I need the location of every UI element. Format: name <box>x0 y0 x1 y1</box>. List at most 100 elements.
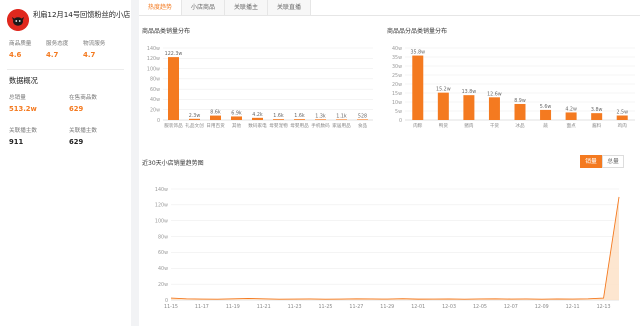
y-tick-label: 40w <box>150 97 160 103</box>
stat-total-sales: 总销量 513.2w <box>9 94 61 114</box>
x-tick-label: 其他 <box>232 122 242 129</box>
x-tick-label: 礼品文创 <box>185 122 204 129</box>
main-content: 热度趋势 小店商品 关联播主 关联直播 商品品类销量分布 0 20w 40w 60w 8… <box>139 0 640 326</box>
y-tick-label: 35w <box>392 55 402 61</box>
bar <box>336 119 347 120</box>
x-tick-label: 12-01 <box>411 304 425 310</box>
stat-value: 513.2w <box>9 105 37 113</box>
bar <box>189 118 200 120</box>
x-tick-label: 11-29 <box>380 304 394 310</box>
x-tick-label: 12-11 <box>566 304 580 310</box>
x-tick-label: 12-03 <box>442 304 456 310</box>
bar <box>616 115 628 120</box>
stat-label: 在售商品数 <box>69 95 97 101</box>
y-tick-label: 0 <box>157 118 160 124</box>
bar <box>488 97 500 120</box>
rating-metrics: 商品质量 4.6 服务态度 4.7 物流服务 4.7 <box>9 40 127 61</box>
x-tick-label: 食品 <box>358 122 368 129</box>
y-tick-label: 30w <box>392 64 402 70</box>
bar-value-label: 35.8w <box>410 50 425 56</box>
tab-bar: 热度趋势 小店商品 关联播主 关联直播 <box>139 0 640 16</box>
stat-related-streamers: 关联播主数 911 <box>9 127 61 147</box>
y-tick-label: 80w <box>150 77 160 83</box>
subcategory-sales-bar-chart: 0 5w 10w 15w 20w 25w 30w 35w 40w 35.8w 肉粽 15.2w 鸭货 13… <box>392 46 635 129</box>
x-tick-label: 服装饰品 <box>164 122 183 129</box>
bar <box>273 119 284 120</box>
bar-value-label: 1.6k <box>294 113 305 119</box>
y-tick-label: 120w <box>155 203 168 209</box>
x-tick-label: 冰品 <box>515 122 525 129</box>
x-tick-label: 12-09 <box>535 304 549 310</box>
tab-related-live[interactable]: 关联直播 <box>268 0 312 15</box>
bar-value-label: 1.3k <box>315 113 326 119</box>
y-tick-label: 20w <box>150 108 160 114</box>
sales-trend-area-chart: 0 20w 40w 60w 80w 100w 120w 140w 11-15 11-17 11-19… <box>155 187 620 310</box>
bar <box>168 57 179 120</box>
y-tick-label: 100w <box>155 219 168 225</box>
x-tick-label: 11-17 <box>195 304 209 310</box>
bar <box>437 92 449 120</box>
y-tick-label: 0 <box>165 298 168 304</box>
stat-value: 629 <box>69 138 84 146</box>
toggle-sales-button[interactable]: 销量 <box>580 155 602 168</box>
y-tick-label: 60w <box>158 250 168 256</box>
bar-value-label: 1.6k <box>273 113 284 119</box>
bar-value-label: 528 <box>358 113 367 119</box>
x-tick-label: 猪肉 <box>464 122 474 129</box>
shop-header: 利扇12月14号回馈粉丝的小店 <box>7 9 130 35</box>
x-tick-label: 蔬 <box>543 122 548 129</box>
rating-value: 4.7 <box>83 51 96 59</box>
y-tick-label: 0 <box>399 118 402 124</box>
rating-quality: 商品质量 4.6 <box>9 40 46 61</box>
tab-heat-trend[interactable]: 热度趋势 <box>139 0 183 15</box>
bull-logo-icon <box>7 9 29 31</box>
x-tick-label: 12-13 <box>597 304 611 310</box>
x-tick-label: 面点 <box>567 123 577 129</box>
x-tick-label: 11-21 <box>257 304 271 310</box>
y-tick-label: 120w <box>147 56 160 62</box>
x-tick-label: 手机数码 <box>311 122 330 129</box>
x-tick-label: 酱料 <box>592 122 602 129</box>
bar <box>210 115 221 120</box>
x-tick-label: 鸭货 <box>439 122 449 129</box>
x-tick-label: 12-05 <box>473 304 487 310</box>
bar <box>315 119 326 120</box>
bar-value-label: 8.9w <box>514 98 526 104</box>
category-sales-bar-chart: 0 20w 40w 60w 80w 100w 120w 140w 122.3w 服装饰品 2.3w 礼… <box>147 46 373 129</box>
bar <box>565 112 577 120</box>
stat-label: 总销量 <box>9 95 26 101</box>
x-tick-label: 肉粽 <box>413 122 423 129</box>
bar-value-label: 5.6w <box>540 104 552 110</box>
x-tick-label: 11-27 <box>349 304 363 310</box>
y-tick-label: 140w <box>147 46 160 52</box>
shop-avatar[interactable] <box>7 9 29 31</box>
bar-value-label: 122.3w <box>165 51 183 57</box>
bar-value-label: 2.3w <box>189 113 201 119</box>
y-tick-label: 15w <box>392 91 402 97</box>
x-tick-label: 干货 <box>490 122 500 129</box>
bar-value-label: 4.2w <box>565 106 577 112</box>
x-tick-label: 母婴用品 <box>290 123 309 129</box>
bar <box>463 95 475 120</box>
overview-title: 数据概况 <box>9 76 38 85</box>
stat-value: 911 <box>9 138 24 146</box>
x-tick-label: 11-23 <box>288 304 302 310</box>
shop-name[interactable]: 利扇12月14号回馈粉丝的小店 <box>33 10 133 20</box>
rating-label: 物流服务 <box>83 41 106 47</box>
bar-value-label: 2.5w <box>616 110 628 116</box>
x-tick-label: 数码家电 <box>248 122 267 129</box>
toggle-total-button[interactable]: 总量 <box>602 155 624 168</box>
y-tick-label: 20w <box>158 282 168 288</box>
bar-value-label: 12.6w <box>487 91 502 97</box>
x-tick-label: 11-15 <box>164 304 178 310</box>
y-tick-label: 140w <box>155 187 168 193</box>
stat-value: 629 <box>69 105 84 113</box>
x-tick-label: 11-25 <box>319 304 333 310</box>
bar-value-label: 15.2w <box>436 87 451 93</box>
tab-related-streamers[interactable]: 关联播主 <box>225 0 269 15</box>
rating-service: 服务态度 4.7 <box>46 40 83 61</box>
x-tick-label: 日用百货 <box>206 122 225 129</box>
tab-shop-products[interactable]: 小店商品 <box>182 0 226 15</box>
rating-logistics: 物流服务 4.7 <box>83 40 120 61</box>
bar <box>231 116 242 120</box>
